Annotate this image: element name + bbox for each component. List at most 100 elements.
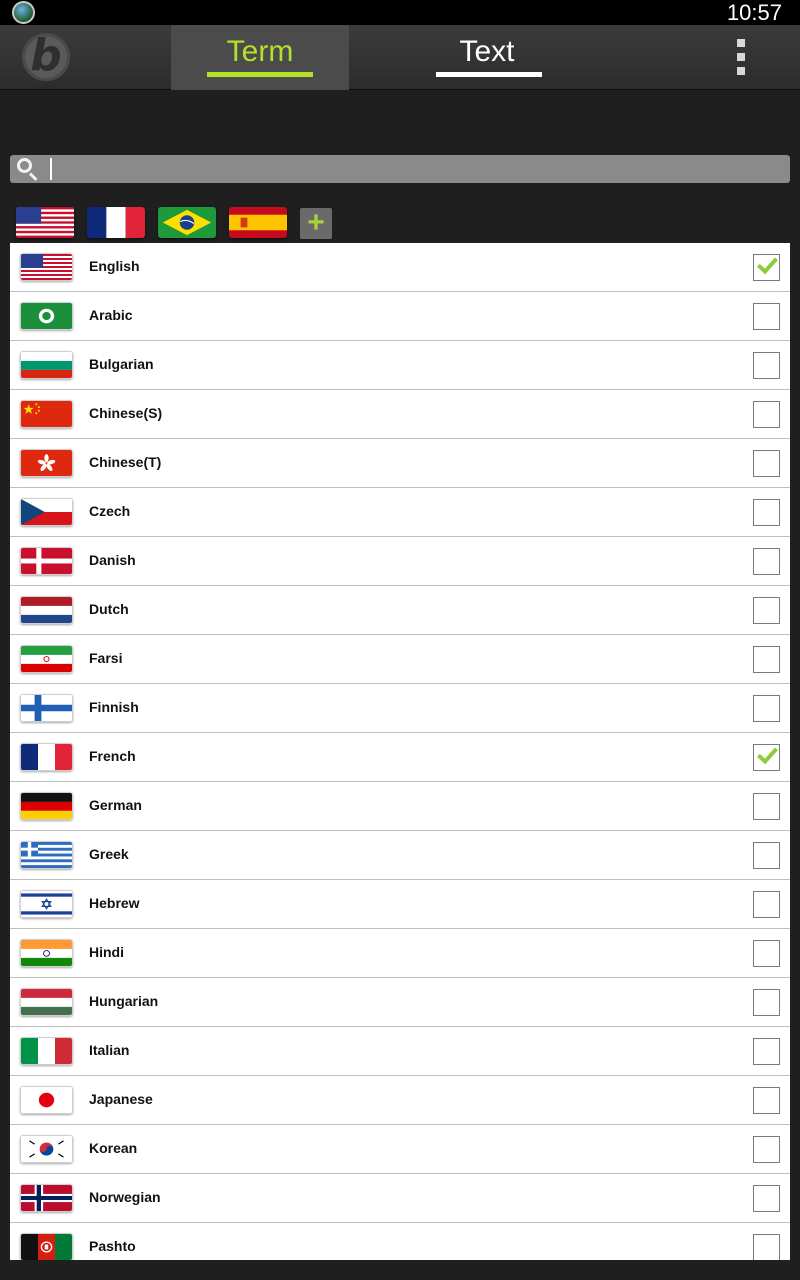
spain-flag-icon[interactable] — [229, 207, 287, 238]
flag-icon — [20, 1037, 73, 1065]
flag-icon — [20, 1184, 73, 1212]
flag-icon — [20, 302, 73, 330]
language-name: Dutch — [89, 601, 129, 617]
language-name: French — [89, 748, 136, 764]
language-checkbox[interactable] — [753, 252, 780, 281]
us-flag-icon[interactable] — [16, 207, 74, 238]
flag-icon — [20, 400, 73, 428]
language-checkbox[interactable] — [753, 1087, 780, 1114]
language-checkbox[interactable] — [753, 401, 780, 428]
language-checkbox[interactable] — [753, 842, 780, 869]
language-checkbox[interactable] — [753, 646, 780, 673]
language-row[interactable]: Chinese(S) — [10, 390, 790, 439]
flag-icon — [20, 1086, 73, 1114]
language-name: Hungarian — [89, 993, 159, 1009]
language-checkbox[interactable] — [753, 891, 780, 918]
language-row[interactable]: Czech — [10, 488, 790, 537]
language-row[interactable]: Hindi — [10, 929, 790, 978]
flag-icon — [20, 1135, 73, 1163]
flag-icon — [20, 939, 73, 967]
app-logo-icon[interactable]: b — [22, 33, 70, 81]
language-row[interactable]: Danish — [10, 537, 790, 586]
tab-text[interactable]: Text — [398, 25, 576, 90]
tab-term-indicator — [207, 72, 313, 77]
language-checkbox[interactable] — [753, 450, 780, 477]
language-checkbox[interactable] — [753, 695, 780, 722]
language-checkbox[interactable] — [753, 352, 780, 379]
language-checkbox[interactable] — [753, 989, 780, 1016]
language-row[interactable]: Arabic — [10, 292, 790, 341]
flag-icon — [20, 792, 73, 820]
language-checkbox[interactable] — [753, 793, 780, 820]
language-name: Danish — [89, 552, 136, 568]
search-icon — [15, 157, 39, 181]
language-name: Chinese(T) — [89, 454, 162, 470]
language-row[interactable]: Dutch — [10, 586, 790, 635]
flag-icon — [20, 351, 73, 379]
language-name: Korean — [89, 1140, 138, 1156]
language-checkbox[interactable] — [753, 1234, 780, 1260]
language-row[interactable]: French — [10, 733, 790, 782]
language-row[interactable]: English — [10, 243, 790, 292]
language-checkbox[interactable] — [753, 742, 780, 771]
checkmark-icon — [757, 742, 778, 765]
language-checkbox[interactable] — [753, 1136, 780, 1163]
language-name: Greek — [89, 846, 129, 862]
language-row[interactable]: Norwegian — [10, 1174, 790, 1223]
language-row[interactable]: Hebrew — [10, 880, 790, 929]
flag-icon — [20, 743, 73, 771]
flag-icon — [20, 596, 73, 624]
flag-icon — [20, 253, 73, 281]
flag-icon — [20, 841, 73, 869]
selected-languages-bar: + — [0, 207, 800, 239]
language-checkbox[interactable] — [753, 548, 780, 575]
search-bar[interactable] — [10, 155, 790, 183]
language-checkbox[interactable] — [753, 499, 780, 526]
notification-app-icon — [12, 1, 35, 24]
language-checkbox[interactable] — [753, 1038, 780, 1065]
language-row[interactable]: Japanese — [10, 1076, 790, 1125]
language-name: Norwegian — [89, 1189, 161, 1205]
brazil-flag-icon[interactable] — [158, 207, 216, 238]
flag-icon — [20, 645, 73, 673]
tab-term-label: Term — [226, 35, 294, 68]
language-name: Arabic — [89, 307, 133, 323]
overflow-menu-icon[interactable] — [728, 39, 754, 79]
flag-icon — [20, 498, 73, 526]
language-row[interactable]: Pashto — [10, 1223, 790, 1260]
language-row[interactable]: Chinese(T) — [10, 439, 790, 488]
tab-text-indicator — [436, 72, 542, 77]
screen-bottom — [0, 1260, 800, 1280]
language-row[interactable]: Farsi — [10, 635, 790, 684]
language-name: Japanese — [89, 1091, 153, 1107]
language-checkbox[interactable] — [753, 940, 780, 967]
language-row[interactable]: Finnish — [10, 684, 790, 733]
language-row[interactable]: Korean — [10, 1125, 790, 1174]
status-bar: 10:57 — [0, 0, 800, 25]
language-name: Farsi — [89, 650, 123, 666]
flag-icon — [20, 988, 73, 1016]
language-checkbox[interactable] — [753, 597, 780, 624]
flag-icon — [20, 694, 73, 722]
language-checkbox[interactable] — [753, 303, 780, 330]
action-bar: b Term Text — [0, 25, 800, 90]
language-name: Czech — [89, 503, 131, 519]
language-row[interactable]: Greek — [10, 831, 790, 880]
language-name: German — [89, 797, 142, 813]
checkmark-icon — [757, 252, 778, 275]
language-name: Hebrew — [89, 895, 140, 911]
language-checkbox[interactable] — [753, 1185, 780, 1212]
search-input[interactable] — [42, 155, 782, 183]
language-row[interactable]: Hungarian — [10, 978, 790, 1027]
language-row[interactable]: Italian — [10, 1027, 790, 1076]
tab-text-label: Text — [459, 35, 515, 68]
language-list: English Arabic Bulgarian Chinese(S) Chinese(… — [10, 243, 790, 1260]
tab-term[interactable]: Term — [171, 25, 349, 90]
language-row[interactable]: Bulgarian — [10, 341, 790, 390]
add-language-button[interactable]: + — [300, 208, 332, 239]
flag-icon — [20, 890, 73, 918]
language-row[interactable]: German — [10, 782, 790, 831]
status-time: 10:57 — [726, 0, 782, 25]
france-flag-icon[interactable] — [87, 207, 145, 238]
language-name: Bulgarian — [89, 356, 154, 372]
